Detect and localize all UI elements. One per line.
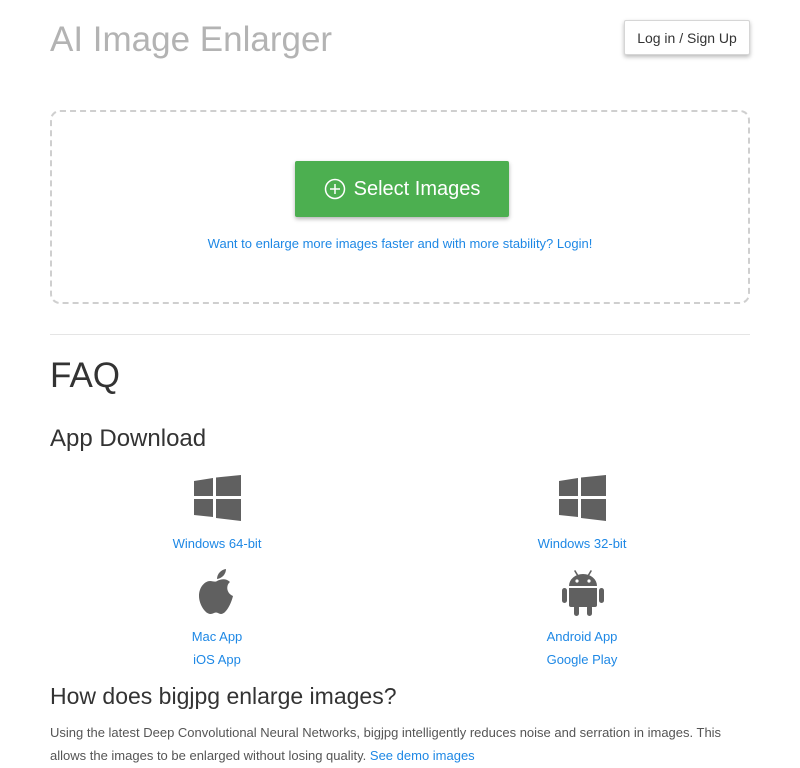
- windows-64-link[interactable]: Windows 64-bit: [117, 536, 317, 552]
- how-it-works-description: Using the latest Deep Convolutional Neur…: [50, 721, 750, 767]
- faq-title: FAQ: [50, 356, 121, 395]
- login-signup-button[interactable]: Log in / Sign Up: [624, 20, 750, 55]
- android-icon[interactable]: [562, 568, 604, 616]
- app-download-title: App Download: [50, 425, 207, 452]
- select-images-label: Select Images: [353, 177, 481, 200]
- ios-app-link[interactable]: iOS App: [117, 652, 317, 668]
- windows-32-link[interactable]: Windows 32-bit: [482, 536, 682, 552]
- mac-app-link[interactable]: Mac App: [117, 629, 317, 645]
- how-it-works-title: How does bigjpg enlarge images?: [50, 683, 397, 709]
- select-images-button[interactable]: Select Images: [295, 161, 509, 217]
- app-title: AI Image Enlarger: [50, 20, 333, 59]
- windows-icon[interactable]: [559, 475, 606, 521]
- section-divider: [50, 334, 750, 335]
- apple-icon[interactable]: [197, 568, 237, 616]
- windows-icon[interactable]: [194, 475, 241, 521]
- plus-circle-icon: [324, 178, 345, 200]
- demo-images-link[interactable]: See demo images: [370, 748, 475, 763]
- page: AI Image Enlarger Log in / Sign Up Selec…: [0, 0, 800, 768]
- google-play-link[interactable]: Google Play: [482, 652, 682, 668]
- image-drop-zone[interactable]: Select Images Want to enlarge more image…: [50, 110, 750, 304]
- login-hint-link[interactable]: Want to enlarge more images faster and w…: [52, 236, 748, 251]
- android-app-link[interactable]: Android App: [482, 629, 682, 645]
